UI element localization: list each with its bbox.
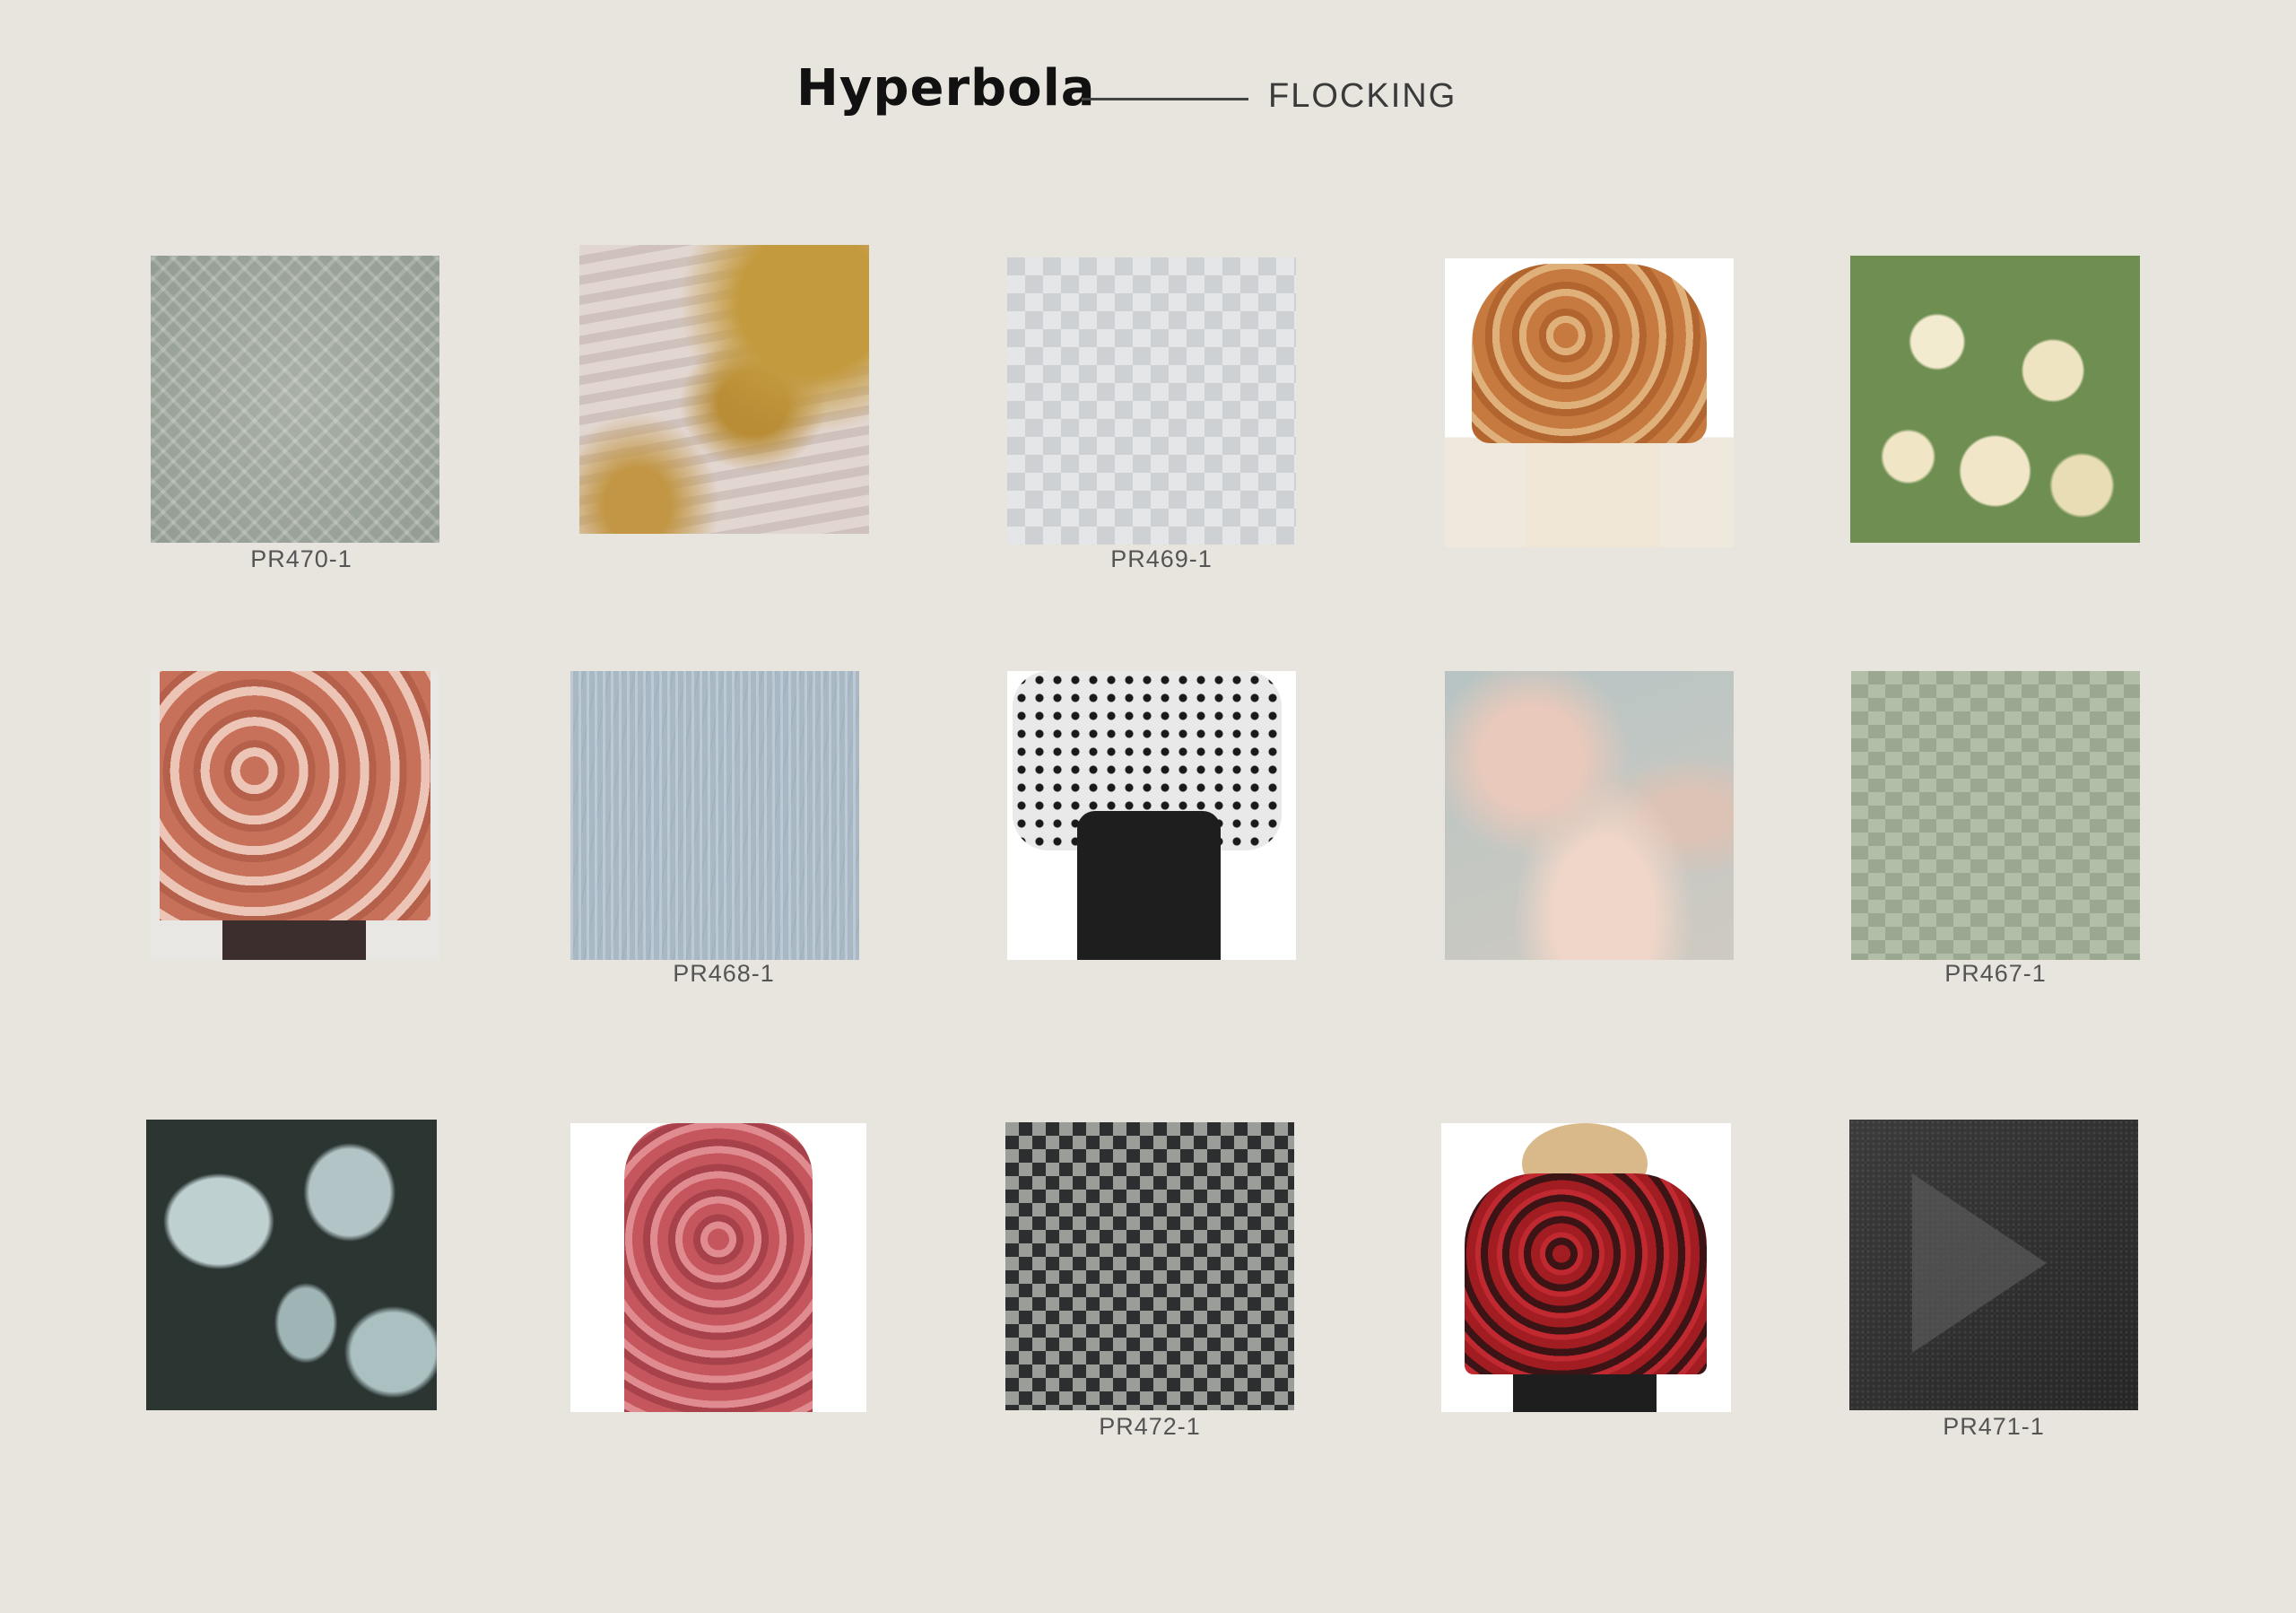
photo-tile-11[interactable] xyxy=(146,1120,437,1410)
section-title: FLOCKING xyxy=(1268,77,1457,115)
garment-photo-12[interactable] xyxy=(570,1123,866,1412)
swatch-caption-1: PR470-1 xyxy=(250,545,352,572)
swatch-caption-13: PR472-1 xyxy=(1099,1413,1201,1440)
swatch-tile-5[interactable] xyxy=(1850,256,2140,543)
swatch-tile-10[interactable] xyxy=(1851,671,2140,960)
swatch-caption-7: PR468-1 xyxy=(673,960,775,987)
swatch-caption-10: PR467-1 xyxy=(1944,960,2047,987)
halter-top-shape xyxy=(624,1123,813,1412)
dress-shape xyxy=(160,671,430,920)
brand-title: Hyperbola xyxy=(796,59,1096,118)
pants-shape xyxy=(1513,1374,1657,1412)
garment-photo-14[interactable] xyxy=(1441,1123,1731,1412)
flocked-top-shape xyxy=(1465,1173,1707,1374)
swatch-tile-1[interactable] xyxy=(151,256,439,543)
page-header: Hyperbola FLOCKING xyxy=(0,0,2296,179)
title-divider xyxy=(1082,98,1248,100)
swatch-tile-3[interactable] xyxy=(1007,257,1296,545)
blouse-shape xyxy=(1472,264,1707,443)
pants-shape xyxy=(1526,443,1660,547)
garment-photo-4[interactable] xyxy=(1445,258,1734,547)
swatch-tile-9[interactable] xyxy=(1445,671,1734,960)
garment-photo-8[interactable] xyxy=(1007,671,1296,960)
swatch-tile-2[interactable] xyxy=(579,245,869,534)
swatch-tile-15[interactable] xyxy=(1849,1120,2138,1410)
legs-shape xyxy=(222,920,366,960)
garment-photo-6[interactable] xyxy=(151,671,439,960)
pants-shape xyxy=(1077,811,1221,960)
play-triangle-graphic xyxy=(1912,1173,2047,1353)
swatch-tile-7[interactable] xyxy=(570,671,859,960)
swatch-caption-15: PR471-1 xyxy=(1943,1413,2045,1440)
swatch-tile-13[interactable] xyxy=(1005,1122,1294,1410)
swatch-caption-3: PR469-1 xyxy=(1110,545,1213,572)
